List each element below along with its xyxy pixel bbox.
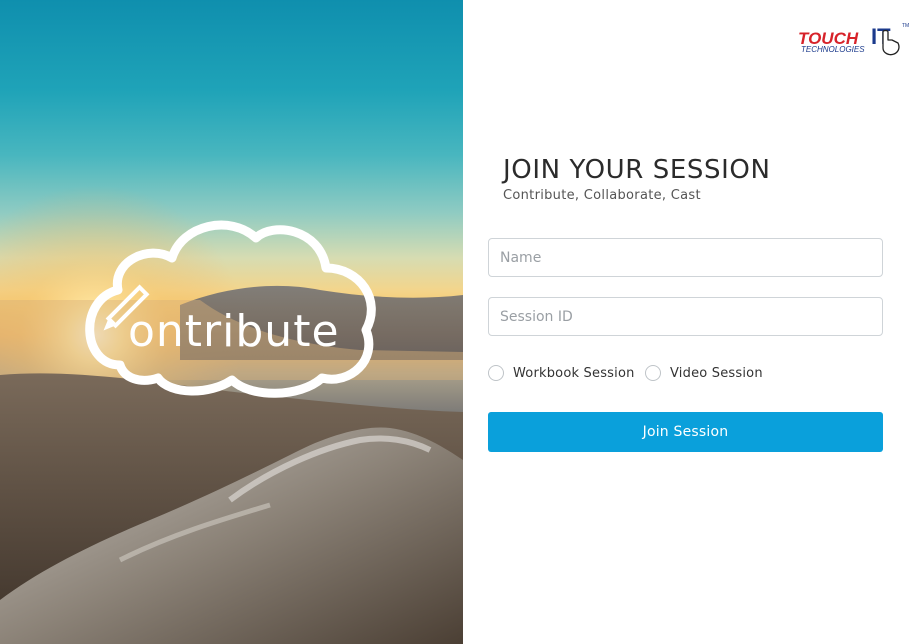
join-session-button[interactable]: Join Session [488,412,883,452]
cloud-pencil-icon: ontribute [85,220,376,398]
workbook-session-radio[interactable] [488,365,504,381]
hand-pointer-icon [882,29,900,56]
hero-panel: ontribute [0,0,463,644]
video-session-option[interactable]: Video Session [645,364,763,382]
hero-brand-word: ontribute [128,306,340,357]
video-session-radio[interactable] [645,365,661,381]
session-id-input[interactable] [488,297,883,336]
workbook-session-label: Workbook Session [513,365,635,381]
page-title: JOIN YOUR SESSION [503,155,771,185]
workbook-session-option[interactable]: Workbook Session [488,364,635,382]
video-session-label: Video Session [670,365,763,381]
logo-tagline: TECHNOLOGIES [801,45,865,54]
page-subtitle: Contribute, Collaborate, Cast [503,188,701,203]
touchit-logo: TOUCH IT TM TECHNOLOGIES [797,20,911,58]
name-input[interactable] [488,238,883,277]
logo-tm: TM [902,23,909,29]
